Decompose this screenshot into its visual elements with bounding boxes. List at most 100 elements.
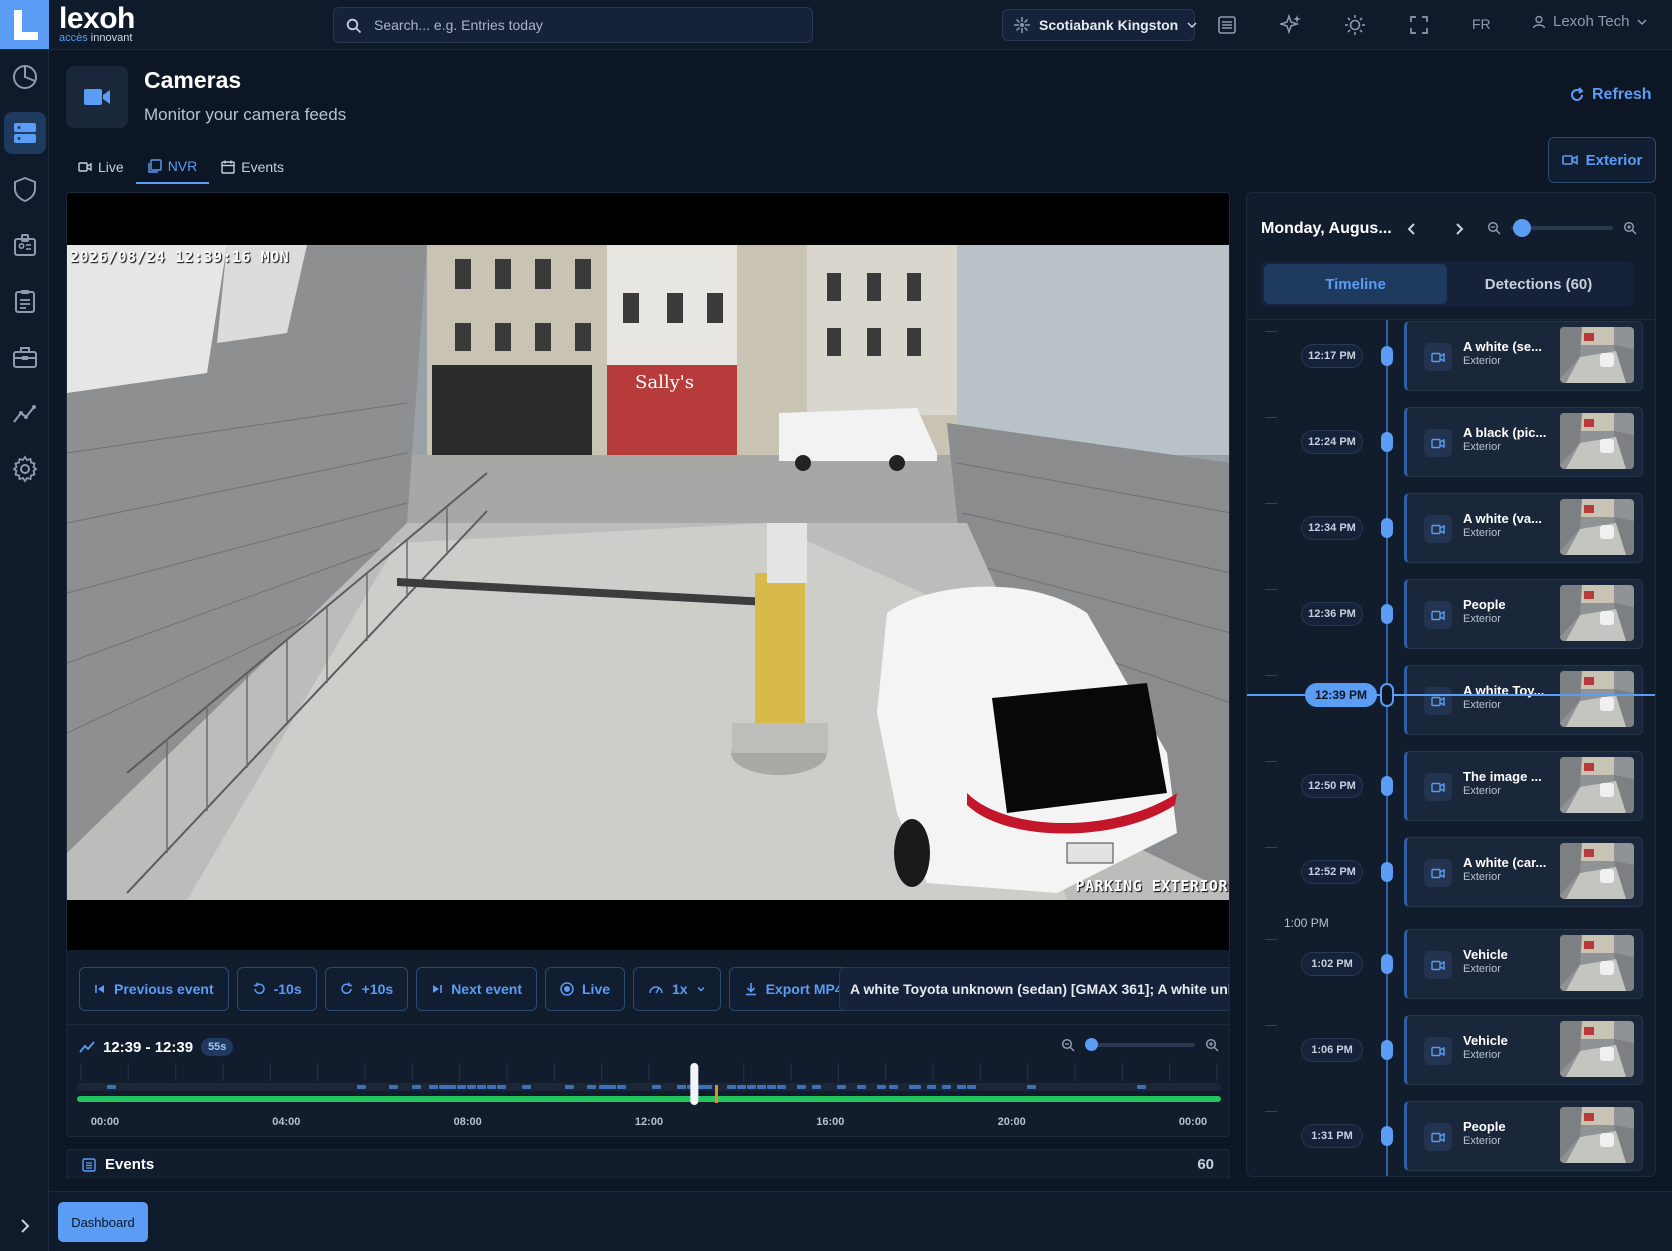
sidebar-item-dashboard[interactable] (4, 56, 46, 98)
prev-day-button[interactable] (1403, 220, 1421, 238)
rewind-label: -10s (273, 981, 302, 997)
now-indicator-knob[interactable] (1380, 683, 1394, 707)
event-source: Exterior (1463, 527, 1501, 539)
tab-timeline[interactable]: Timeline (1264, 264, 1447, 304)
timeline-zoom (1061, 1038, 1219, 1052)
fullscreen-icon[interactable] (1407, 13, 1431, 37)
event-title: A black (pic... (1463, 425, 1547, 440)
bottom-bar: Dashboard (49, 1191, 1672, 1251)
event-segment (877, 1085, 886, 1089)
sidebar-item-tools[interactable] (4, 336, 46, 378)
calendar-icon (221, 160, 235, 174)
camera-select-button[interactable]: Exterior (1548, 137, 1656, 183)
skip-forward-icon (433, 985, 442, 993)
panel-zoom-knob[interactable] (1513, 219, 1531, 237)
site-selector[interactable]: Scotiabank Kingston (1002, 9, 1197, 41)
event-segment (439, 1085, 448, 1089)
event-time: 1:06 PM (1301, 1038, 1363, 1062)
list-icon[interactable] (1215, 13, 1239, 37)
tab-live[interactable]: Live (66, 150, 136, 184)
zoom-slider-knob[interactable] (1085, 1038, 1098, 1051)
event-thumbnail[interactable] (1560, 1021, 1634, 1077)
sparkle-icon[interactable] (1279, 13, 1303, 37)
event-row[interactable]: 12:52 PM A white (car... Exterior (1247, 837, 1655, 907)
event-segment (652, 1085, 661, 1089)
event-thumbnail[interactable] (1560, 499, 1634, 555)
download-icon (745, 983, 756, 996)
event-card[interactable]: A white (car... Exterior (1404, 837, 1643, 907)
event-row[interactable]: 12:24 PM A black (pic... Exterior (1247, 407, 1655, 477)
event-thumbnail[interactable] (1560, 413, 1634, 469)
next-event-button[interactable]: Next event (416, 967, 537, 1011)
event-segment (727, 1085, 736, 1089)
tab-events[interactable]: Events (209, 150, 296, 184)
recording-timeline[interactable]: 00:00 04:00 08:00 12:00 16:00 20:00 00:00 (77, 1063, 1221, 1133)
event-marker (1381, 776, 1393, 796)
event-card[interactable]: Vehicle Exterior (1404, 929, 1643, 999)
sidebar-item-reports[interactable] (4, 280, 46, 322)
event-card[interactable]: Vehicle Exterior (1404, 1015, 1643, 1085)
panel-zoom-slider[interactable] (1511, 219, 1613, 237)
theme-sun-icon[interactable] (1343, 13, 1367, 37)
event-segment (677, 1085, 686, 1089)
event-row[interactable]: 12:17 PM A white (se... Exterior (1247, 321, 1655, 391)
previous-event-button[interactable]: Previous event (79, 967, 229, 1011)
dashboard-button[interactable]: Dashboard (58, 1202, 148, 1242)
timeline-tick-label: 00:00 (91, 1116, 119, 1128)
rewind-10s-button[interactable]: -10s (236, 967, 317, 1011)
event-card[interactable]: A black (pic... Exterior (1404, 407, 1643, 477)
event-time: 1:31 PM (1301, 1124, 1363, 1148)
language-toggle[interactable]: FR (1472, 16, 1491, 32)
sidebar-item-security[interactable] (4, 168, 46, 210)
event-card[interactable]: A white (va... Exterior (1404, 493, 1643, 563)
event-row[interactable]: 1:06 PM Vehicle Exterior (1247, 1015, 1655, 1085)
search-input[interactable] (374, 8, 804, 42)
event-row[interactable]: 12:50 PM The image ... Exterior (1247, 751, 1655, 821)
event-card[interactable]: The image ... Exterior (1404, 751, 1643, 821)
sidebar-item-settings[interactable] (4, 448, 46, 490)
refresh-button[interactable]: Refresh (1569, 86, 1652, 104)
event-thumbnail[interactable] (1560, 935, 1634, 991)
speed-select[interactable]: 1x (633, 967, 721, 1011)
video-camera-icon (1424, 859, 1452, 887)
event-row[interactable]: 12:34 PM A white (va... Exterior (1247, 493, 1655, 563)
next-day-button[interactable] (1450, 220, 1468, 238)
event-row[interactable]: 1:31 PM People Exterior (1247, 1101, 1655, 1171)
event-marker (1381, 954, 1393, 974)
sidebar-item-access[interactable] (4, 224, 46, 266)
search-box[interactable] (333, 7, 813, 43)
event-segment (837, 1085, 846, 1089)
live-button[interactable]: Live (545, 967, 626, 1011)
event-thumbnail[interactable] (1560, 757, 1634, 813)
speedometer-icon (649, 986, 663, 994)
tab-detections[interactable]: Detections (60) (1447, 264, 1630, 304)
forward-10s-button[interactable]: +10s (324, 967, 409, 1011)
event-thumbnail[interactable] (1560, 671, 1634, 727)
event-marker (1381, 862, 1393, 882)
video-camera-icon (84, 89, 110, 105)
event-thumbnail[interactable] (1560, 327, 1634, 383)
user-menu[interactable]: Lexoh Tech (1532, 13, 1648, 30)
logo-mark[interactable] (0, 0, 49, 49)
event-thumbnail[interactable] (1560, 843, 1634, 899)
event-card[interactable]: A white Toy... Exterior (1404, 665, 1643, 735)
event-thumbnail[interactable] (1560, 585, 1634, 641)
osd-camera-name: PARKING EXTERIOR (1075, 877, 1228, 895)
event-segment (889, 1085, 898, 1089)
sidebar-item-analytics[interactable] (4, 392, 46, 434)
timeline-zoom-slider[interactable] (1085, 1038, 1195, 1051)
sidebar-expand-icon[interactable] (14, 1215, 36, 1237)
site-icon (1013, 16, 1031, 34)
event-card[interactable]: People Exterior (1404, 1101, 1643, 1171)
event-row[interactable]: 12:36 PM People Exterior (1247, 579, 1655, 649)
event-row[interactable]: 1:02 PM Vehicle Exterior (1247, 929, 1655, 999)
events-section-header[interactable]: Events 60 (66, 1149, 1230, 1179)
video-player[interactable]: Sally's 2026/08/24 12:39:16 MON PARKING … (67, 193, 1229, 950)
event-card[interactable]: A white (se... Exterior (1404, 321, 1643, 391)
event-marker (1381, 346, 1393, 366)
event-thumbnail[interactable] (1560, 1107, 1634, 1163)
sidebar-item-devices[interactable] (4, 112, 46, 154)
tab-nvr[interactable]: NVR (135, 150, 210, 184)
live-dot-icon (560, 982, 574, 996)
event-card[interactable]: People Exterior (1404, 579, 1643, 649)
